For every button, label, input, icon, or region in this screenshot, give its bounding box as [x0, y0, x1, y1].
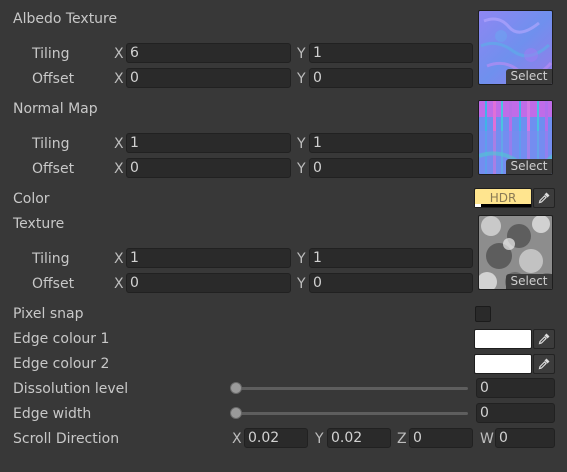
albedo-tiling-y-field[interactable]: 1 [309, 43, 473, 63]
pixel-snap-checkbox[interactable] [475, 306, 491, 322]
albedo-offset-x-axis[interactable]: X [114, 70, 124, 88]
normal-tiling-x-axis[interactable]: X [114, 135, 124, 153]
texture-offset-y-axis[interactable]: Y [297, 275, 306, 293]
scroll-z-field[interactable]: 0 [409, 428, 473, 448]
edge-colour-1-swatch[interactable] [474, 329, 532, 349]
normal-tiling-label: Tiling [32, 136, 70, 152]
albedo-texture-label: Albedo Texture [13, 11, 118, 27]
texture-offset-y-field[interactable]: 0 [309, 273, 473, 293]
scroll-w-axis[interactable]: W [480, 430, 494, 448]
edge-colour-2-swatch[interactable] [474, 354, 532, 374]
texture-tiling-x-field[interactable]: 1 [126, 248, 291, 268]
edge-width-label: Edge width [13, 406, 92, 422]
normal-offset-y-axis[interactable]: Y [297, 160, 306, 178]
normal-tiling-y-axis[interactable]: Y [297, 135, 306, 153]
albedo-tiling-x-field[interactable]: 6 [126, 43, 291, 63]
texture-tiling-label: Tiling [32, 251, 70, 267]
edge-colour-1-label: Edge colour 1 [13, 331, 110, 347]
albedo-select-button[interactable]: Select [506, 69, 552, 84]
normal-map-thumbnail[interactable]: Select [478, 100, 553, 175]
texture-label: Texture [13, 216, 65, 232]
edge-colour-2-label: Edge colour 2 [13, 356, 110, 372]
scroll-x-axis[interactable]: X [232, 430, 242, 448]
normal-tiling-x-field[interactable]: 1 [126, 133, 291, 153]
edge-colour-1-eyedropper-button[interactable] [533, 329, 555, 349]
dissolution-value-field[interactable]: 0 [476, 378, 555, 398]
normal-offset-label: Offset [32, 161, 75, 177]
alpha-bar-black [481, 204, 531, 207]
texture-offset-x-axis[interactable]: X [114, 275, 124, 293]
scroll-z-axis[interactable]: Z [397, 430, 407, 448]
eyedropper-icon [538, 192, 550, 204]
eyedropper-icon [538, 358, 550, 370]
texture-offset-x-field[interactable]: 0 [126, 273, 291, 293]
albedo-offset-y-field[interactable]: 0 [309, 68, 473, 88]
edge-width-slider-thumb[interactable] [230, 407, 242, 419]
normal-offset-x-field[interactable]: 0 [126, 158, 291, 178]
normal-offset-x-axis[interactable]: X [114, 160, 124, 178]
normal-select-button[interactable]: Select [506, 159, 552, 174]
eyedropper-icon [538, 333, 550, 345]
texture-tiling-x-axis[interactable]: X [114, 250, 124, 268]
scroll-direction-label: Scroll Direction [13, 431, 120, 447]
albedo-tiling-x-axis[interactable]: X [114, 45, 124, 63]
normal-offset-y-field[interactable]: 0 [309, 158, 473, 178]
pixel-snap-label: Pixel snap [13, 306, 84, 322]
edge-width-slider-track[interactable] [236, 412, 468, 415]
dissolution-slider-thumb[interactable] [230, 382, 242, 394]
texture-offset-label: Offset [32, 276, 75, 292]
texture-select-button[interactable]: Select [506, 274, 552, 289]
albedo-texture-thumbnail[interactable]: Select [478, 10, 553, 85]
dissolution-level-label: Dissolution level [13, 381, 129, 397]
normal-map-label: Normal Map [13, 101, 98, 117]
scroll-w-field[interactable]: 0 [495, 428, 555, 448]
scroll-x-field[interactable]: 0.02 [244, 428, 308, 448]
albedo-tiling-label: Tiling [32, 46, 70, 62]
texture-tiling-y-axis[interactable]: Y [297, 250, 306, 268]
hdr-tag: HDR [489, 191, 517, 205]
normal-tiling-y-field[interactable]: 1 [309, 133, 473, 153]
scroll-y-field[interactable]: 0.02 [327, 428, 391, 448]
albedo-offset-y-axis[interactable]: Y [297, 70, 306, 88]
edge-width-value-field[interactable]: 0 [476, 403, 555, 423]
albedo-offset-x-field[interactable]: 0 [126, 68, 291, 88]
texture-tiling-y-field[interactable]: 1 [309, 248, 473, 268]
color-swatch[interactable]: HDR [474, 188, 532, 208]
albedo-tiling-y-axis[interactable]: Y [297, 45, 306, 63]
color-label: Color [13, 191, 50, 207]
texture-thumbnail[interactable]: Select [478, 215, 553, 290]
edge-colour-2-eyedropper-button[interactable] [533, 354, 555, 374]
dissolution-slider-track[interactable] [236, 387, 468, 390]
scroll-y-axis[interactable]: Y [315, 430, 324, 448]
albedo-offset-label: Offset [32, 71, 75, 87]
color-eyedropper-button[interactable] [533, 188, 555, 208]
